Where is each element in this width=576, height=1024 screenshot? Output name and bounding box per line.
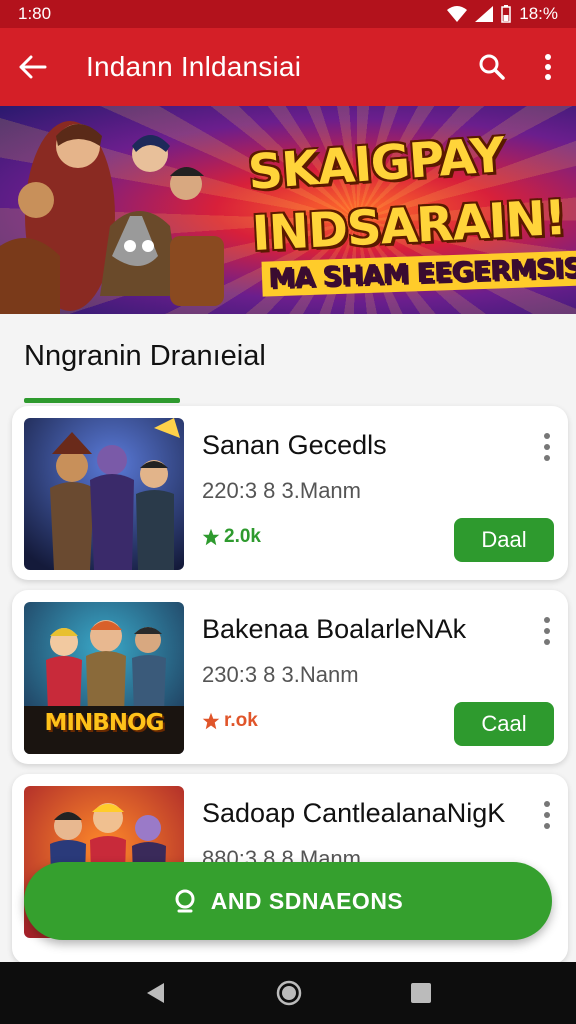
- system-nav-bar: [0, 962, 576, 1024]
- app-thumbnail: MINBNOG: [24, 602, 184, 754]
- promo-banner[interactable]: SKAIGPAY INDSARAIN! MA SHAM EEGERMSIS: [0, 106, 576, 314]
- section-header: Nngranin Dranıeial: [0, 314, 576, 404]
- app-meta: 220:3 8 3.Manm: [202, 478, 361, 503]
- get-button[interactable]: Caal: [454, 702, 554, 746]
- star-icon: [202, 528, 220, 546]
- nav-back-icon[interactable]: [144, 981, 168, 1005]
- battery-icon: [501, 5, 511, 23]
- section-tab-indicator: [24, 398, 180, 403]
- more-vert-icon[interactable]: [542, 616, 552, 646]
- back-button[interactable]: [0, 28, 66, 106]
- search-button[interactable]: [464, 28, 520, 106]
- thumbnail-title: MINBNOG: [44, 710, 165, 736]
- app-rating-value: 2.0k: [224, 526, 261, 547]
- get-button[interactable]: Daal: [454, 518, 554, 562]
- app-thumbnail: [24, 418, 184, 570]
- app-rating: 2.0k: [202, 526, 261, 548]
- nav-recents-icon[interactable]: [410, 982, 432, 1004]
- app-name: Bakenaa BoalarleNAk: [202, 614, 467, 644]
- app-name: Sanan Gecedls: [202, 430, 387, 460]
- app-card[interactable]: Sanan Gecedls 220:3 8 3.Manm 2.0k Daal: [12, 406, 568, 580]
- status-time: 1:80: [18, 4, 52, 23]
- wifi-icon: [447, 6, 468, 22]
- status-bar: 1:80 18:%: [0, 0, 576, 28]
- overflow-menu-button[interactable]: [520, 28, 576, 106]
- app-name: Sadoap CantlealanaNigK: [202, 798, 506, 828]
- app-meta: 230:3 8 3.Nanm: [202, 662, 359, 687]
- battery-level: 18:%: [519, 4, 558, 23]
- star-icon: [202, 712, 220, 730]
- app-rating-value: r.ok: [224, 710, 258, 731]
- floating-action-button[interactable]: AND SDNAEONS: [24, 862, 552, 940]
- nav-home-icon[interactable]: [276, 980, 302, 1006]
- arrow-back-icon: [19, 55, 47, 79]
- signal-icon: [475, 6, 494, 22]
- app-rating: r.ok: [202, 710, 258, 732]
- chat-icon: [175, 889, 195, 913]
- section-title: Nngranin Dranıeial: [24, 340, 266, 372]
- search-icon: [479, 54, 505, 80]
- banner-heroes-art: [0, 121, 224, 314]
- fab-label: AND SDNAEONS: [210, 887, 404, 914]
- app-bar: Indann Inldansiai: [0, 28, 576, 106]
- status-icons: 18:%: [447, 4, 558, 24]
- more-vert-icon[interactable]: [542, 432, 552, 462]
- app-bar-title: Indann Inldansiai: [86, 51, 302, 82]
- more-vert-icon: [545, 54, 551, 80]
- app-thumbnail-art: [24, 418, 184, 570]
- more-vert-icon[interactable]: [542, 800, 552, 830]
- app-card[interactable]: MINBNOG Bakenaa BoalarleNAk 230:3 8 3.Na…: [12, 590, 568, 764]
